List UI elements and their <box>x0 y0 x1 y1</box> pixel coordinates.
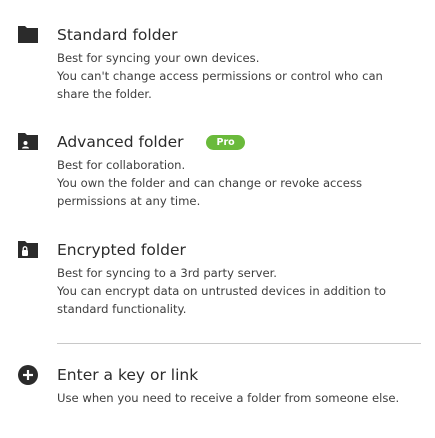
option-advanced-folder[interactable]: Advanced folder Pro Best for collaborati… <box>0 131 435 211</box>
encrypted-folder-icon <box>17 239 39 259</box>
description-line: Use when you need to receive a folder fr… <box>57 391 400 405</box>
advanced-folder-icon <box>17 131 39 151</box>
option-description: Best for collaboration. You own the fold… <box>57 156 427 210</box>
option-enter-key-or-link[interactable]: Enter a key or link Use when you need to… <box>0 364 435 410</box>
description-line: Best for syncing to a 3rd party server. <box>57 266 277 280</box>
option-title: Encrypted folder <box>57 241 186 259</box>
divider <box>57 343 421 344</box>
description-line: standard functionality. <box>57 302 187 316</box>
option-title: Enter a key or link <box>57 366 199 384</box>
pro-badge: Pro <box>206 134 245 150</box>
description-line: Best for syncing your own devices. <box>57 51 260 65</box>
description-line: You can encrypt data on untrusted device… <box>57 284 386 298</box>
folder-icon <box>17 24 39 44</box>
description-line: Best for collaboration. <box>57 158 186 172</box>
option-encrypted-folder[interactable]: Encrypted folder Best for syncing to a 3… <box>0 239 435 319</box>
description-line: permissions at any time. <box>57 194 201 208</box>
folder-type-picker: Standard folder Best for syncing your ow… <box>0 0 435 438</box>
option-description: Best for syncing to a 3rd party server. … <box>57 264 427 318</box>
add-circle-icon <box>17 364 39 385</box>
description-line: share the folder. <box>57 87 152 101</box>
option-description: Best for syncing your own devices. You c… <box>57 49 427 103</box>
option-description: Use when you need to receive a folder fr… <box>57 389 427 407</box>
option-title: Standard folder <box>57 26 178 44</box>
description-line: You own the folder and can change or rev… <box>57 176 363 190</box>
option-standard-folder[interactable]: Standard folder Best for syncing your ow… <box>0 24 435 104</box>
option-title: Advanced folder <box>57 133 184 151</box>
description-line: You can't change access permissions or c… <box>57 69 383 83</box>
